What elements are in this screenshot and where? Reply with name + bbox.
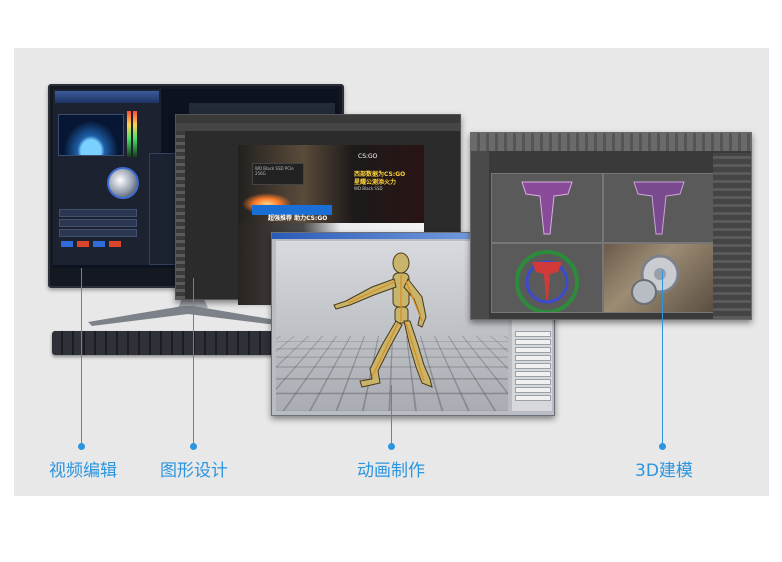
leader-dot-video [78,443,85,450]
photoshop-menubar [176,115,460,123]
keyboard [52,331,276,355]
wheel-model-wireframe [492,174,602,242]
audio-meter [133,111,137,157]
param-row [59,229,137,237]
leader-line-animation [391,385,392,448]
side-row [515,363,551,369]
label-3d-modeling: 3D建模 [635,456,693,481]
control-button[interactable] [109,241,121,247]
side-row [515,387,551,393]
audio-meter [127,111,131,157]
3d-toolbar [471,133,751,151]
ssd-product: WD Black SSD PCIe 256G [252,163,304,185]
leader-dot-animation [388,443,395,450]
viewport-bottom-left[interactable] [491,243,603,313]
poster-headline-2: 星耀公测添火力 [354,177,396,186]
side-row [515,347,551,353]
3d-left-toolbar [471,151,489,319]
leader-dot-modeling [659,443,666,450]
side-row [515,371,551,377]
video-editor-titlebar [55,91,159,103]
label-animation: 动画制作 [357,456,425,481]
poster-banner-text: 超强推荐 助力CS:GO [268,213,327,222]
poster-subtext: WD Black SSD [354,186,383,191]
csgo-logo: CS:GO [358,153,377,160]
side-row [515,339,551,345]
wheel-model-colored [492,244,602,312]
jog-wheel[interactable] [107,167,139,199]
leader-line-modeling [662,270,663,448]
wheel-model-wireframe [604,174,714,242]
side-row [515,395,551,401]
side-row [515,331,551,337]
3d-command-panel [713,153,751,319]
label-graphic-design: 图形设计 [160,456,228,481]
side-row [515,379,551,385]
3d-modeling-window [470,132,752,320]
side-row [515,355,551,361]
ssd-product-label: WD Black SSD PCIe 256G [255,166,294,176]
control-button[interactable] [93,241,105,247]
wheel-model-render [604,244,714,312]
viewport-top-right[interactable] [603,173,715,243]
label-video-editing: 视频编辑 [49,456,117,481]
param-row [59,219,137,227]
control-button[interactable] [77,241,89,247]
viewport-top-left[interactable] [491,173,603,243]
photoshop-options-bar [176,123,460,131]
photoshop-toolbox [176,131,185,299]
param-row [59,209,137,217]
monitor-stand-base [88,306,288,326]
viewport-render[interactable] [603,243,715,313]
control-button[interactable] [61,241,73,247]
video-editor-panel [53,89,161,265]
leader-dot-design [190,443,197,450]
leader-line-video [81,268,82,448]
leader-line-design [193,278,194,448]
earth-preview [58,114,124,156]
